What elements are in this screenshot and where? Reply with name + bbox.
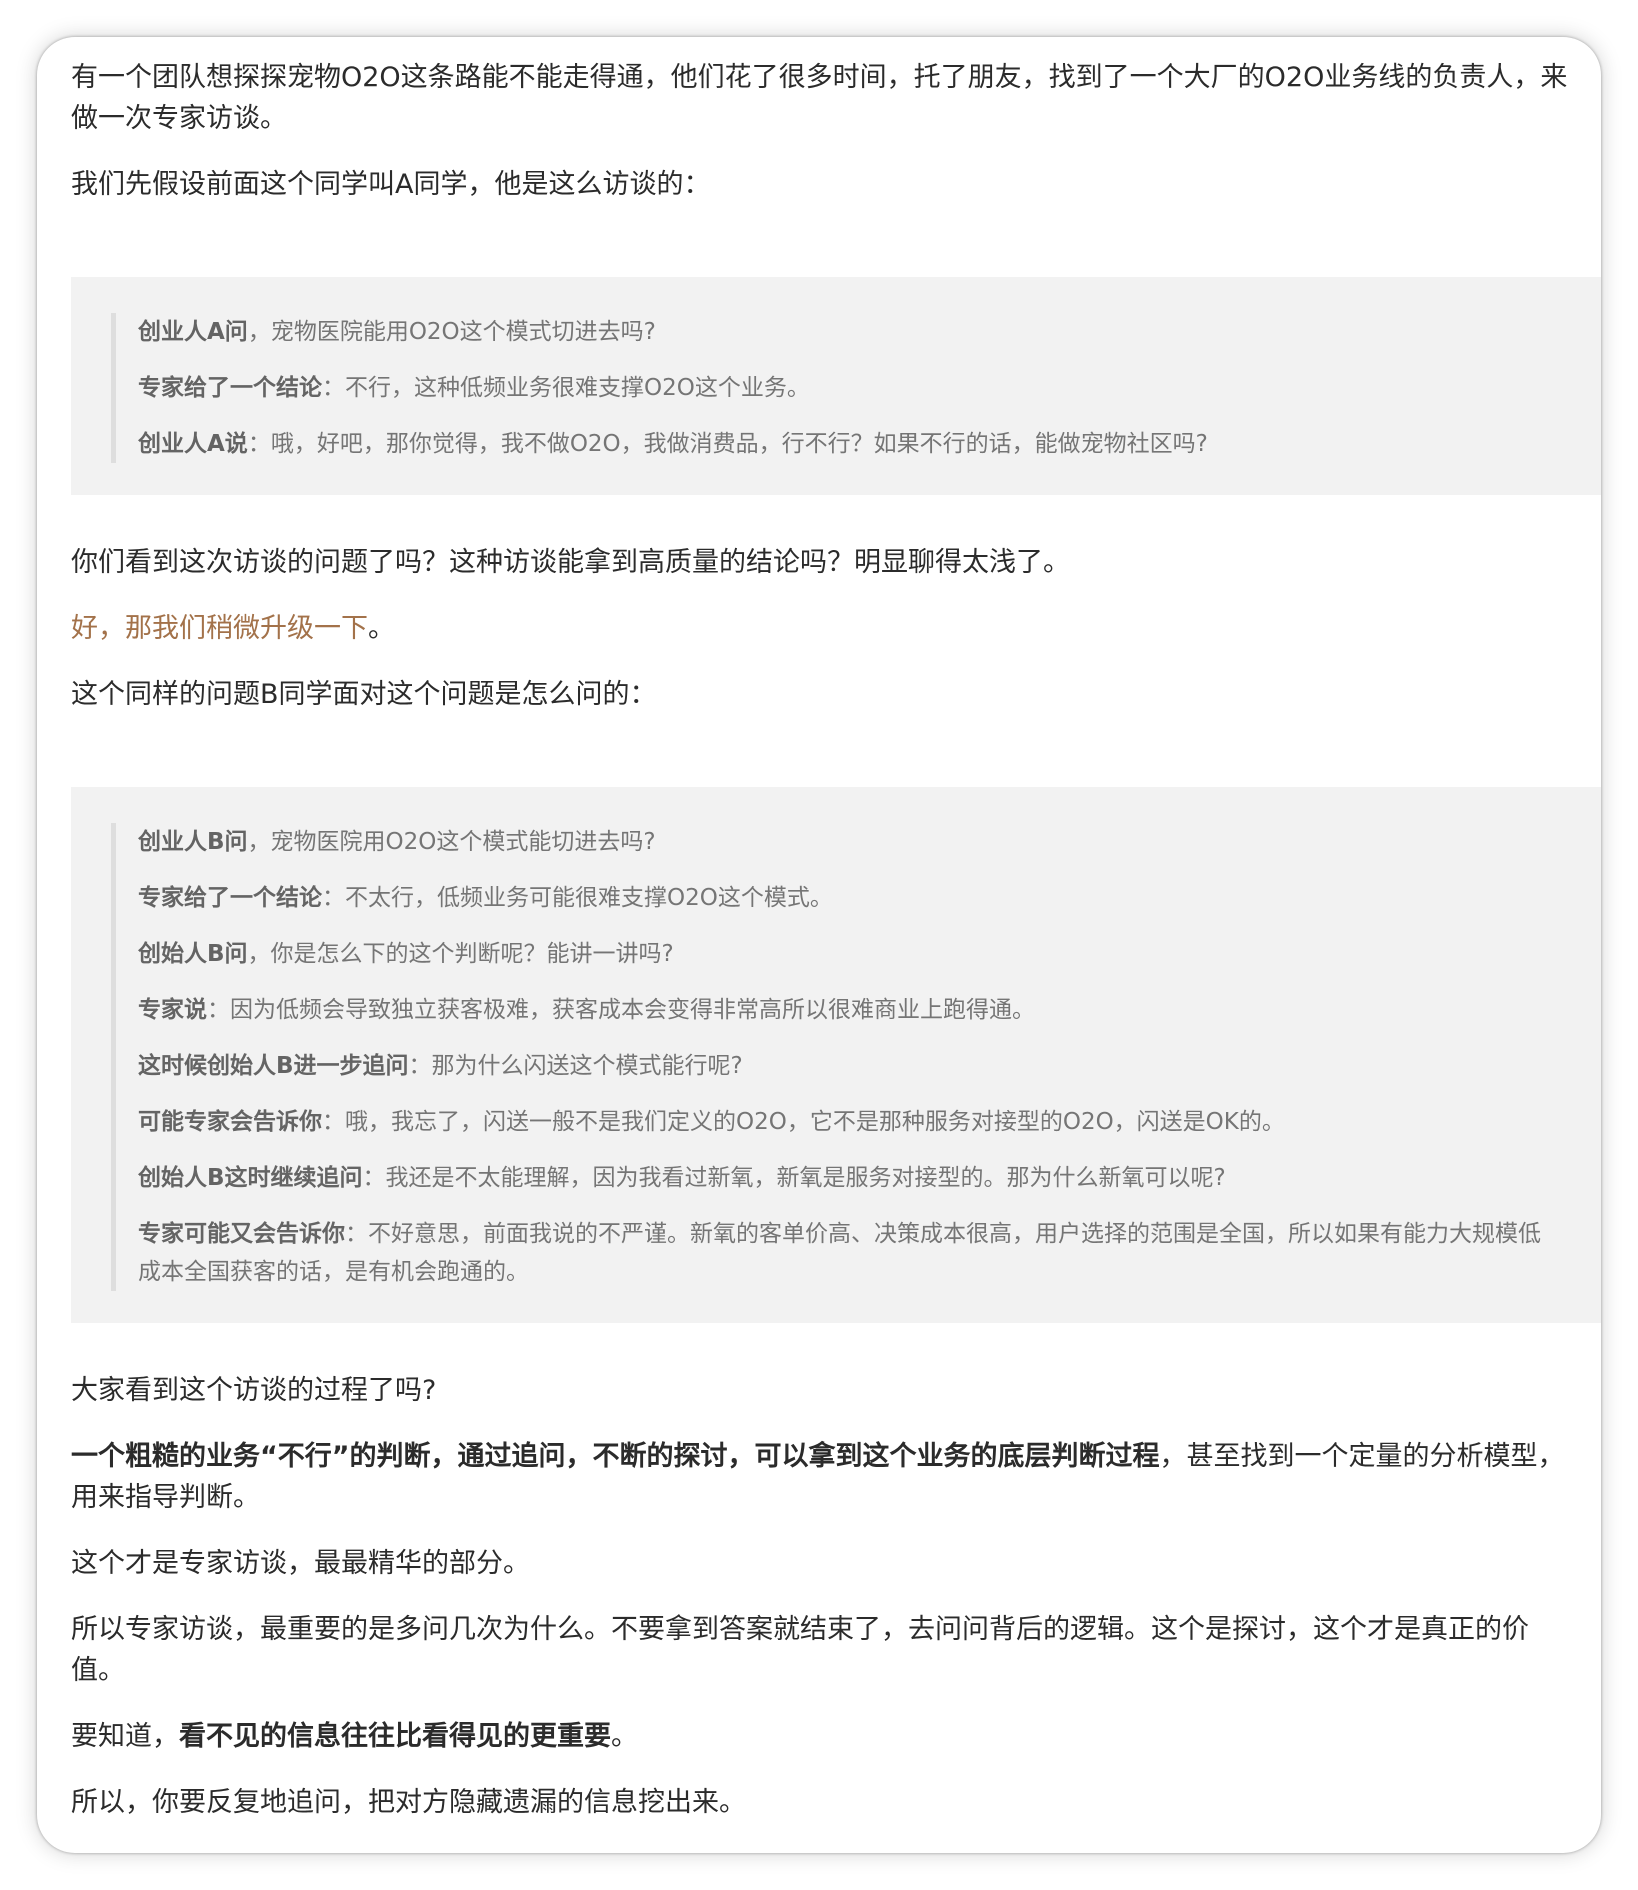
dialogue-speaker: 创始人B这时继续追问 [138, 1165, 363, 1191]
body-paragraph: 所以专家访谈，最重要的是多问几次为什么。不要拿到答案就结束了，去问问背后的逻辑。… [71, 1614, 1529, 1686]
dialogue-speaker: 专家说 [138, 997, 207, 1023]
dialogue-text: ：不好意思，前面我说的不严谨。新氧的客单价高、决策成本很高，用户选择的范围是全国… [138, 1221, 1541, 1285]
dialogue-speaker: 创业人A说 [138, 431, 248, 457]
body-paragraph: 好，那我们稍微升级一下。 [71, 608, 1601, 649]
body-paragraph: 你们看到这次访谈的问题了吗？这种访谈能拿到高质量的结论吗？明显聊得太浅了。 [71, 547, 1070, 578]
dialogue-text: ：不太行，低频业务可能很难支撑O2O这个模式。 [322, 885, 833, 911]
dialogue-line: 创始人B问，你是怎么下的这个判断呢？能讲一讲吗? [138, 935, 1541, 973]
dialogue-text: ，宠物医院用O2O这个模式能切进去吗? [247, 829, 656, 855]
dialogue-line: 创业人B问，宠物医院用O2O这个模式能切进去吗? [138, 823, 1541, 861]
dialogue-line: 专家给了一个结论：不行，这种低频业务很难支撑O2O这个业务。 [138, 369, 1541, 407]
dialogue-text: ：不行，这种低频业务很难支撑O2O这个业务。 [322, 375, 810, 401]
dialogue-speaker: 创业人B问 [138, 829, 248, 855]
dialogue-line: 可能专家会告诉你：哦，我忘了，闪送一般不是我们定义的O2O，它不是那种服务对接型… [138, 1103, 1541, 1141]
dialogue-speaker: 可能专家会告诉你 [138, 1109, 322, 1135]
bold-text: 看不见的信息往往比看得见的更重要 [179, 1721, 611, 1752]
body-paragraph: 要知道，看不见的信息往往比看得见的更重要。 [71, 1716, 1601, 1757]
dialogue-text: ，宠物医院能用O2O这个模式切进去吗? [247, 319, 656, 345]
paragraph-text: 。 [611, 1721, 638, 1752]
dialogue-line: 创业人A说：哦，好吧，那你觉得，我不做O2O，我做消费品，行不行？如果不行的话，… [138, 425, 1541, 463]
article-card: 有一个团队想探探宠物O2O这条路能不能走得通，他们花了很多时间，托了朋友，找到了… [37, 37, 1601, 1853]
dialogue-text: ：那为什么闪送这个模式能行呢? [408, 1053, 743, 1079]
dialogue-speaker: 创业人A问 [138, 319, 248, 345]
paragraph-text: 。 [368, 613, 395, 644]
interview-b-blockquote: 创业人B问，宠物医院用O2O这个模式能切进去吗? 专家给了一个结论：不太行，低频… [71, 787, 1601, 1323]
bold-text: 一个粗糙的业务“不行”的判断，通过追问，不断的探讨，可以拿到这个业务的底层判断过… [71, 1441, 1160, 1472]
dialogue-line: 这时候创始人B进一步追问：那为什么闪送这个模式能行呢? [138, 1047, 1541, 1085]
blockquote-inner: 创业人A问，宠物医院能用O2O这个模式切进去吗? 专家给了一个结论：不行，这种低… [111, 313, 1561, 463]
dialogue-text: ：哦，好吧，那你觉得，我不做O2O，我做消费品，行不行？如果不行的话，能做宠物社… [247, 431, 1208, 457]
dialogue-speaker: 专家可能又会告诉你 [138, 1221, 345, 1247]
dialogue-text: ：哦，我忘了，闪送一般不是我们定义的O2O，它不是那种服务对接型的O2O，闪送是… [322, 1109, 1285, 1135]
dialogue-line: 专家给了一个结论：不太行，低频业务可能很难支撑O2O这个模式。 [138, 879, 1541, 917]
dialogue-speaker: 这时候创始人B进一步追问 [138, 1053, 409, 1079]
dialogue-text: ：因为低频会导致独立获客极难，获客成本会变得非常高所以很难商业上跑得通。 [207, 997, 1035, 1023]
dialogue-line: 创始人B这时继续追问：我还是不太能理解，因为我看过新氧，新氧是服务对接型的。那为… [138, 1159, 1541, 1197]
paragraph-text: 要知道， [71, 1721, 179, 1752]
dialogue-speaker: 创始人B问 [138, 941, 248, 967]
dialogue-text: ：我还是不太能理解，因为我看过新氧，新氧是服务对接型的。那为什么新氧可以呢? [362, 1165, 1226, 1191]
intro-paragraph: 有一个团队想探探宠物O2O这条路能不能走得通，他们花了很多时间，托了朋友，找到了… [71, 62, 1568, 134]
body-paragraph: 大家看到这个访谈的过程了吗? [71, 1375, 437, 1406]
article-content: 有一个团队想探探宠物O2O这条路能不能走得通，他们花了很多时间，托了朋友，找到了… [71, 57, 1601, 1848]
dialogue-line: 专家可能又会告诉你：不好意思，前面我说的不严谨。新氧的客单价高、决策成本很高，用… [138, 1215, 1541, 1291]
interview-a-blockquote: 创业人A问，宠物医院能用O2O这个模式切进去吗? 专家给了一个结论：不行，这种低… [71, 277, 1601, 495]
body-paragraph: 这个同样的问题B同学面对这个问题是怎么问的： [71, 679, 657, 710]
blockquote-inner: 创业人B问，宠物医院用O2O这个模式能切进去吗? 专家给了一个结论：不太行，低频… [111, 823, 1561, 1291]
dialogue-speaker: 专家给了一个结论 [138, 885, 322, 911]
dialogue-speaker: 专家给了一个结论 [138, 375, 322, 401]
body-paragraph: 这个才是专家访谈，最最精华的部分。 [71, 1548, 530, 1579]
dialogue-line: 专家说：因为低频会导致独立获客极难，获客成本会变得非常高所以很难商业上跑得通。 [138, 991, 1541, 1029]
highlighted-text: 好，那我们稍微升级一下 [71, 613, 368, 644]
body-paragraph: 所以，你要反复地追问，把对方隐藏遗漏的信息挖出来。 [71, 1787, 746, 1818]
dialogue-line: 创业人A问，宠物医院能用O2O这个模式切进去吗? [138, 313, 1541, 351]
intro-paragraph: 我们先假设前面这个同学叫A同学，他是这么访谈的： [71, 169, 711, 200]
body-paragraph: 一个粗糙的业务“不行”的判断，通过追问，不断的探讨，可以拿到这个业务的底层判断过… [71, 1436, 1601, 1518]
dialogue-text: ，你是怎么下的这个判断呢？能讲一讲吗? [247, 941, 674, 967]
